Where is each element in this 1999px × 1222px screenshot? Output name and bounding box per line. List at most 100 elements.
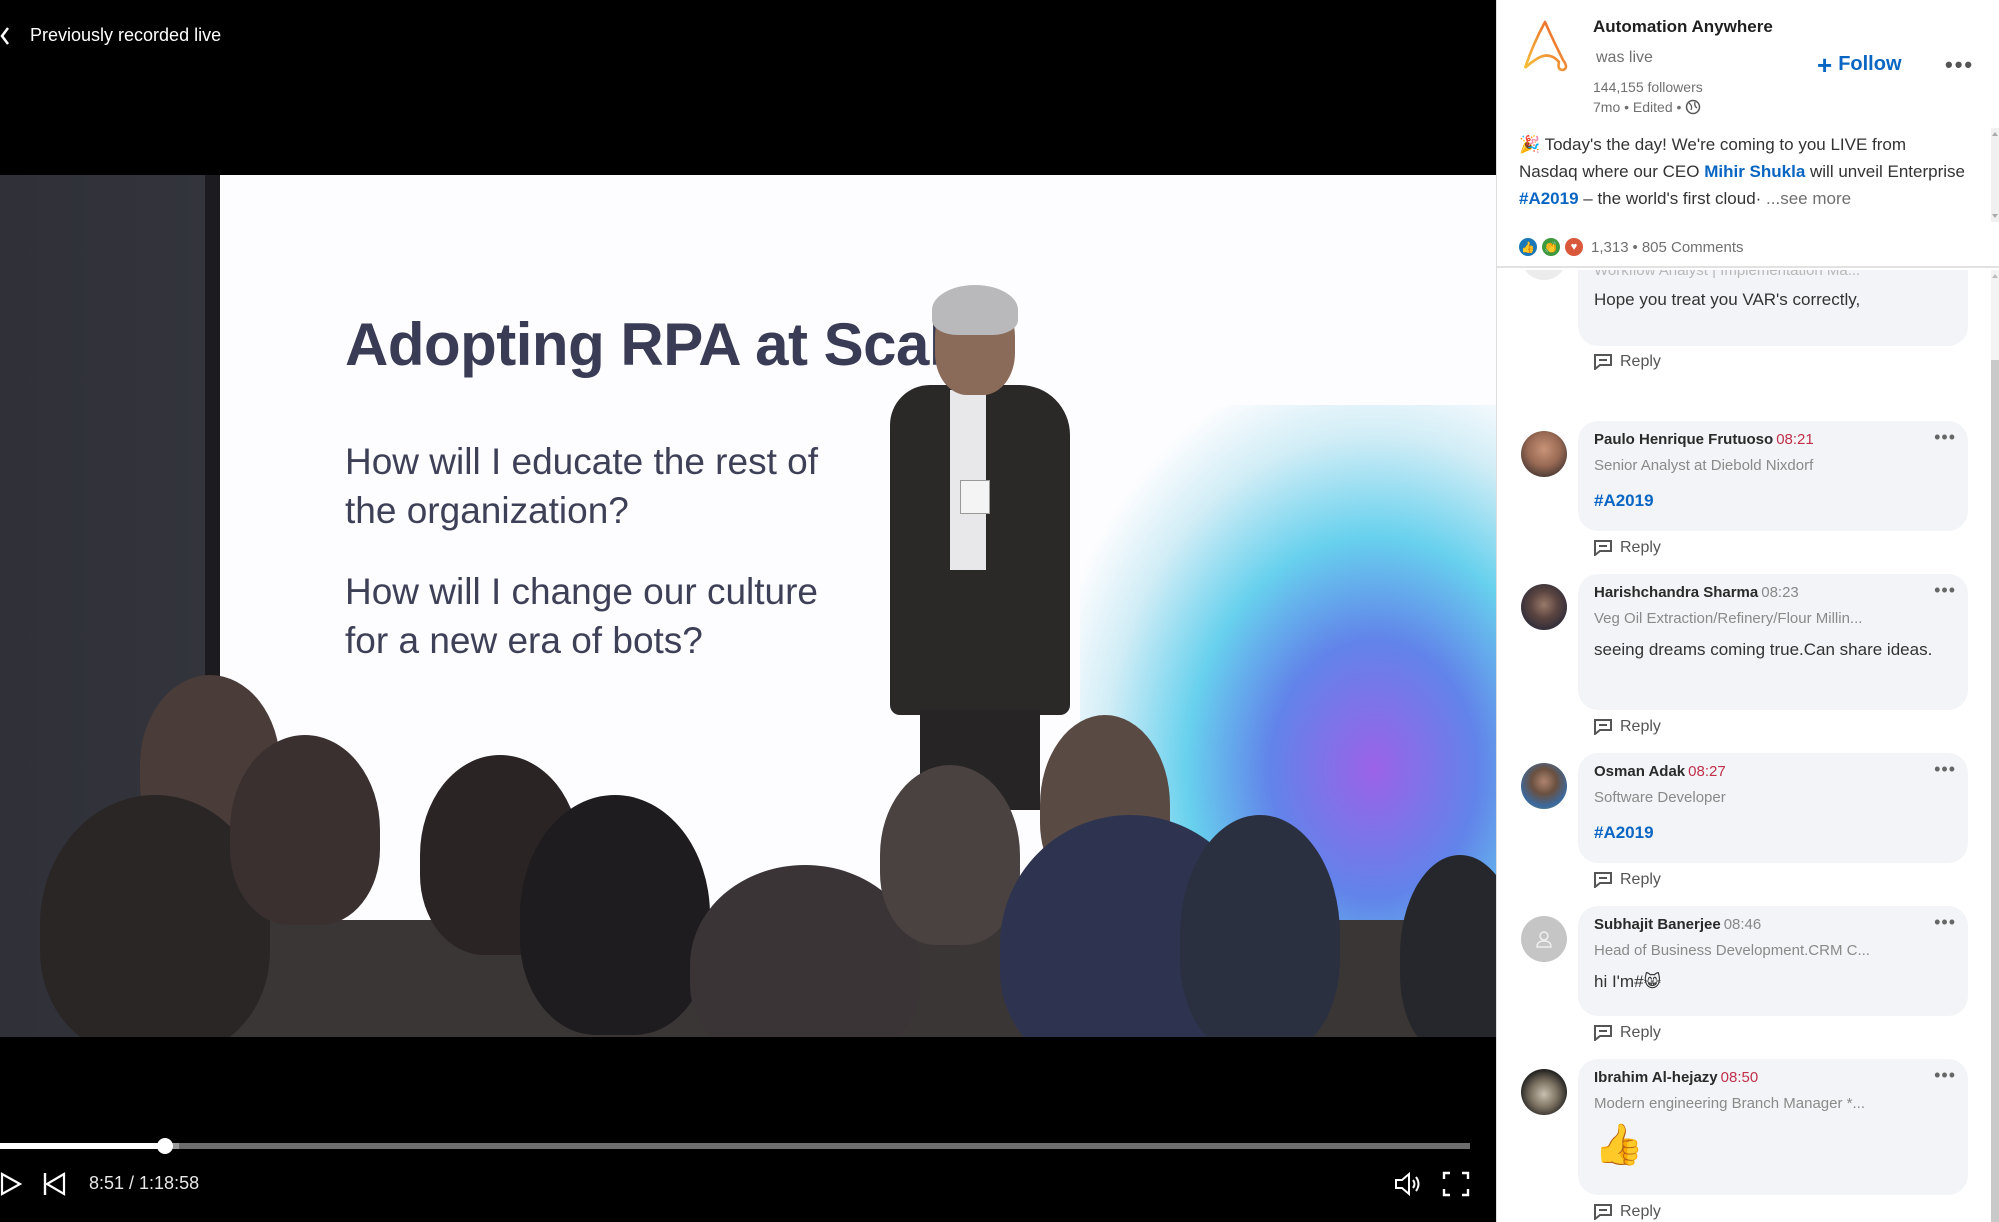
reply-icon <box>1594 540 1612 556</box>
comment-count[interactable]: 805 Comments <box>1642 239 1744 256</box>
volume-button[interactable] <box>1393 1168 1425 1200</box>
volume-icon <box>1395 1171 1420 1197</box>
follow-label: Follow <box>1838 53 1902 75</box>
hashtag-link[interactable]: #A2019 <box>1519 189 1579 208</box>
video-frame[interactable]: Adopting RPA at Scal How will I educate … <box>0 175 1496 1037</box>
mention-link[interactable]: Mihir Shukla <box>1704 162 1805 181</box>
commenter-avatar[interactable] <box>1521 1069 1567 1115</box>
scroll-down-arrow-icon[interactable] <box>1992 214 1998 218</box>
reply-label: Reply <box>1620 871 1661 888</box>
post-more-button[interactable]: ••• <box>1945 52 1974 78</box>
reply-label: Reply <box>1620 718 1661 735</box>
commenter-title: Head of Business Development.CRM C... <box>1594 942 1870 959</box>
commenter-avatar[interactable] <box>1521 763 1567 809</box>
back-button[interactable] <box>0 22 18 50</box>
comment-more-button[interactable]: ••• <box>1934 759 1956 780</box>
reply-button[interactable]: Reply <box>1594 353 1661 371</box>
audience-head <box>880 765 1020 945</box>
post-author[interactable]: Automation Anywhere <box>1593 17 1773 37</box>
comment-more-button[interactable]: ••• <box>1934 427 1956 448</box>
slide-question-1: How will I educate the rest of the organ… <box>345 441 818 531</box>
follow-button[interactable]: + Follow <box>1817 49 1902 80</box>
commenter-avatar[interactable] <box>1521 916 1567 962</box>
comment-bubble: ••• Paulo Henrique Frutuoso 08:21 Senior … <box>1578 421 1968 531</box>
reaction-count[interactable]: 1,313 <box>1591 239 1629 256</box>
commenter-name[interactable]: Subhajit Banerjee <box>1594 916 1721 933</box>
reply-button[interactable]: Reply <box>1594 539 1661 557</box>
comment-text: Hope you treat you VAR's correctly, <box>1594 290 1861 309</box>
comment-timestamp[interactable]: 08:27 <box>1688 763 1726 780</box>
fullscreen-button[interactable] <box>1441 1168 1471 1200</box>
reactions-bar[interactable]: 👍 👏 ♥ 1,313 • 805 Comments <box>1519 238 1744 256</box>
commenter-title: Modern engineering Branch Manager *... <box>1594 1095 1865 1112</box>
post-header: Automation Anywhere was live 144,155 fol… <box>1497 0 1999 268</box>
speaker-hair <box>932 285 1018 335</box>
reply-icon <box>1594 1025 1612 1041</box>
commenter-avatar[interactable] <box>1521 431 1567 477</box>
commenter-name[interactable]: Osman Adak <box>1594 763 1685 780</box>
skip-back-button[interactable] <box>42 1168 68 1200</box>
comment-hashtag[interactable]: #A2019 <box>1594 488 1934 514</box>
reply-button[interactable]: Reply <box>1594 1024 1661 1042</box>
commenter-avatar[interactable] <box>1521 584 1567 630</box>
like-reaction-icon: 👍 <box>1519 238 1537 256</box>
comment-timestamp[interactable]: 08:46 <box>1724 916 1762 933</box>
comments-scrollbar[interactable] <box>1991 270 1999 1222</box>
comment-timestamp[interactable]: 08:23 <box>1761 584 1799 601</box>
reply-label: Reply <box>1620 1203 1661 1220</box>
reply-label: Reply <box>1620 539 1661 556</box>
fullscreen-icon <box>1442 1171 1470 1197</box>
play-icon <box>0 1172 23 1196</box>
see-more-link[interactable]: ...see more <box>1766 189 1851 208</box>
reply-button[interactable]: Reply <box>1594 1203 1661 1221</box>
speaker-badge <box>960 480 990 514</box>
post-side-panel: Automation Anywhere was live 144,155 fol… <box>1496 0 1999 1222</box>
video-header: Previously recorded live <box>0 0 1496 70</box>
comment-bubble: Workflow Analyst | Implementation Ma... … <box>1578 270 1968 346</box>
seek-bar[interactable] <box>0 1138 1470 1154</box>
comment-bubble: ••• Harishchandra Sharma 08:23 Veg Oil Ex… <box>1578 574 1968 710</box>
plus-icon: + <box>1817 49 1833 80</box>
comment-more-button[interactable]: ••• <box>1934 580 1956 601</box>
comment-timestamp[interactable]: 08:50 <box>1721 1069 1759 1086</box>
reply-icon <box>1594 1204 1612 1220</box>
reply-label: Reply <box>1620 353 1661 370</box>
post-text-segment: – the world's first cloud· <box>1578 189 1767 208</box>
comment-hashtag[interactable]: #A2019 <box>1594 820 1934 846</box>
time-display: 8:51 / 1:18:58 <box>89 1173 200 1193</box>
audience-head <box>230 735 380 925</box>
reply-label: Reply <box>1620 1024 1661 1041</box>
seek-bar-handle[interactable] <box>156 1138 173 1154</box>
comments-scrollbar-thumb[interactable] <box>1991 360 1999 1222</box>
commenter-name[interactable]: Ibrahim Al-hejazy <box>1594 1069 1718 1086</box>
commenter-name[interactable]: Paulo Henrique Frutuoso <box>1594 431 1773 448</box>
comments-list: Workflow Analyst | Implementation Ma... … <box>1497 270 1991 1222</box>
follower-count: 144,155 followers <box>1593 79 1703 95</box>
comment-bubble: ••• Subhajit Banerjee 08:46 Head of Busin… <box>1578 906 1968 1016</box>
post-status: was live <box>1596 49 1653 66</box>
company-logo[interactable] <box>1519 16 1575 72</box>
chevron-left-icon <box>0 27 9 45</box>
comment-more-button[interactable]: ••• <box>1934 1065 1956 1086</box>
automation-anywhere-logo-icon <box>1523 20 1568 72</box>
post-text-segment: will unveil Enterprise <box>1805 162 1965 181</box>
comment-timestamp[interactable]: 08:21 <box>1776 431 1814 448</box>
comment-more-button[interactable]: ••• <box>1934 912 1956 933</box>
skip-previous-icon <box>43 1172 66 1196</box>
commenter-avatar[interactable] <box>1521 270 1567 280</box>
count-separator: • <box>1632 238 1638 256</box>
comment-bubble: ••• Osman Adak 08:27 Software Developer #… <box>1578 753 1968 863</box>
post-text: 🎉 Today's the day! We're coming to you L… <box>1519 131 1969 212</box>
reply-button[interactable]: Reply <box>1594 718 1661 736</box>
scroll-up-arrow-icon[interactable] <box>1992 274 1998 278</box>
scroll-up-arrow-icon[interactable] <box>1992 132 1998 136</box>
globe-icon <box>1686 99 1701 115</box>
video-player[interactable]: Previously recorded live Adopting RPA at… <box>0 0 1496 1222</box>
commenter-name[interactable]: Harishchandra Sharma <box>1594 584 1758 601</box>
love-reaction-icon: ♥ <box>1565 238 1583 256</box>
default-user-icon <box>1536 931 1552 948</box>
slide-title: Adopting RPA at Scal <box>345 311 946 378</box>
play-button[interactable] <box>0 1168 24 1200</box>
reply-button[interactable]: Reply <box>1594 871 1661 889</box>
post-text-scrollbar[interactable] <box>1991 128 1999 222</box>
